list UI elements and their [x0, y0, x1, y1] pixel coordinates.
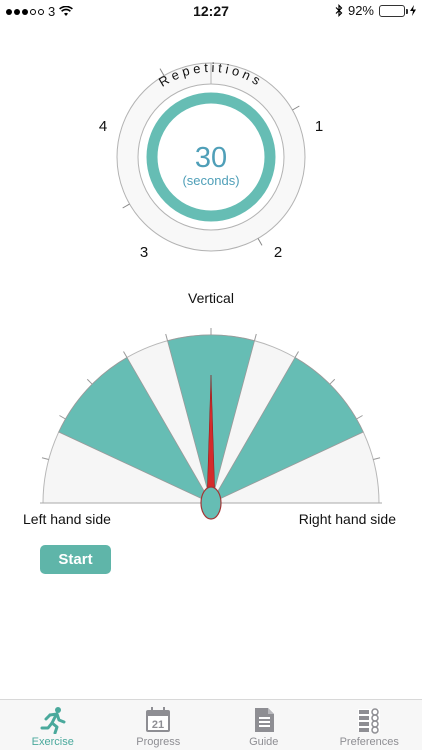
gauge-tick: [294, 351, 299, 358]
left-hand-side-label: Left hand side: [23, 511, 111, 527]
gauge-tick: [86, 378, 93, 385]
dial-tick: [257, 238, 263, 246]
gauge-tick: [123, 351, 128, 358]
dial-tick: [122, 203, 130, 209]
document-icon: [254, 708, 274, 732]
angle-gauge: [40, 328, 382, 520]
gauge-tick: [41, 457, 49, 461]
calendar-icon: 21: [146, 707, 171, 732]
status-bar: 3 12:27 92%: [0, 0, 422, 22]
gauge-tick: [356, 415, 363, 420]
running-person-icon: [40, 707, 66, 734]
calendar-day: 21: [152, 719, 164, 731]
tab-exercise[interactable]: Exercise: [0, 700, 106, 750]
timer-unit: (seconds): [182, 173, 239, 188]
tab-progress-label: Progress: [136, 736, 181, 748]
gauge-tick: [165, 333, 169, 341]
battery-percent: 92%: [347, 3, 374, 18]
battery-icon: [379, 4, 408, 17]
tab-guide[interactable]: Guide: [211, 700, 317, 750]
tab-preferences-label: Preferences: [339, 736, 399, 748]
gauge-tick: [373, 457, 381, 461]
dial-tick: [292, 105, 300, 111]
needle-pivot: [200, 486, 222, 520]
tab-exercise-label: Exercise: [31, 736, 74, 748]
gauge-tick: [329, 378, 336, 385]
start-button[interactable]: Start: [40, 545, 111, 574]
repetition-mark-1: 1: [315, 118, 323, 135]
bluetooth-icon: [335, 4, 343, 17]
repetition-mark-2: 2: [274, 244, 282, 261]
tab-guide-label: Guide: [249, 736, 279, 748]
gauge-tick: [59, 415, 66, 420]
repetitions-dial: Repetitions 30 (seconds) 1 2 3 4: [99, 60, 323, 261]
right-hand-side-label: Right hand side: [298, 511, 396, 527]
checklist-icon: [358, 708, 381, 734]
tab-bar: Exercise 21 Progress Guide Preferences: [0, 699, 422, 750]
gauge-tick: [253, 333, 257, 341]
tab-progress[interactable]: 21 Progress: [106, 700, 212, 750]
repetition-mark-4: 4: [99, 118, 107, 135]
repetition-mark-3: 3: [140, 244, 148, 261]
tab-preferences[interactable]: Preferences: [317, 700, 422, 750]
timer-value: 30: [195, 142, 227, 174]
charging-bolt-icon: [410, 5, 416, 16]
